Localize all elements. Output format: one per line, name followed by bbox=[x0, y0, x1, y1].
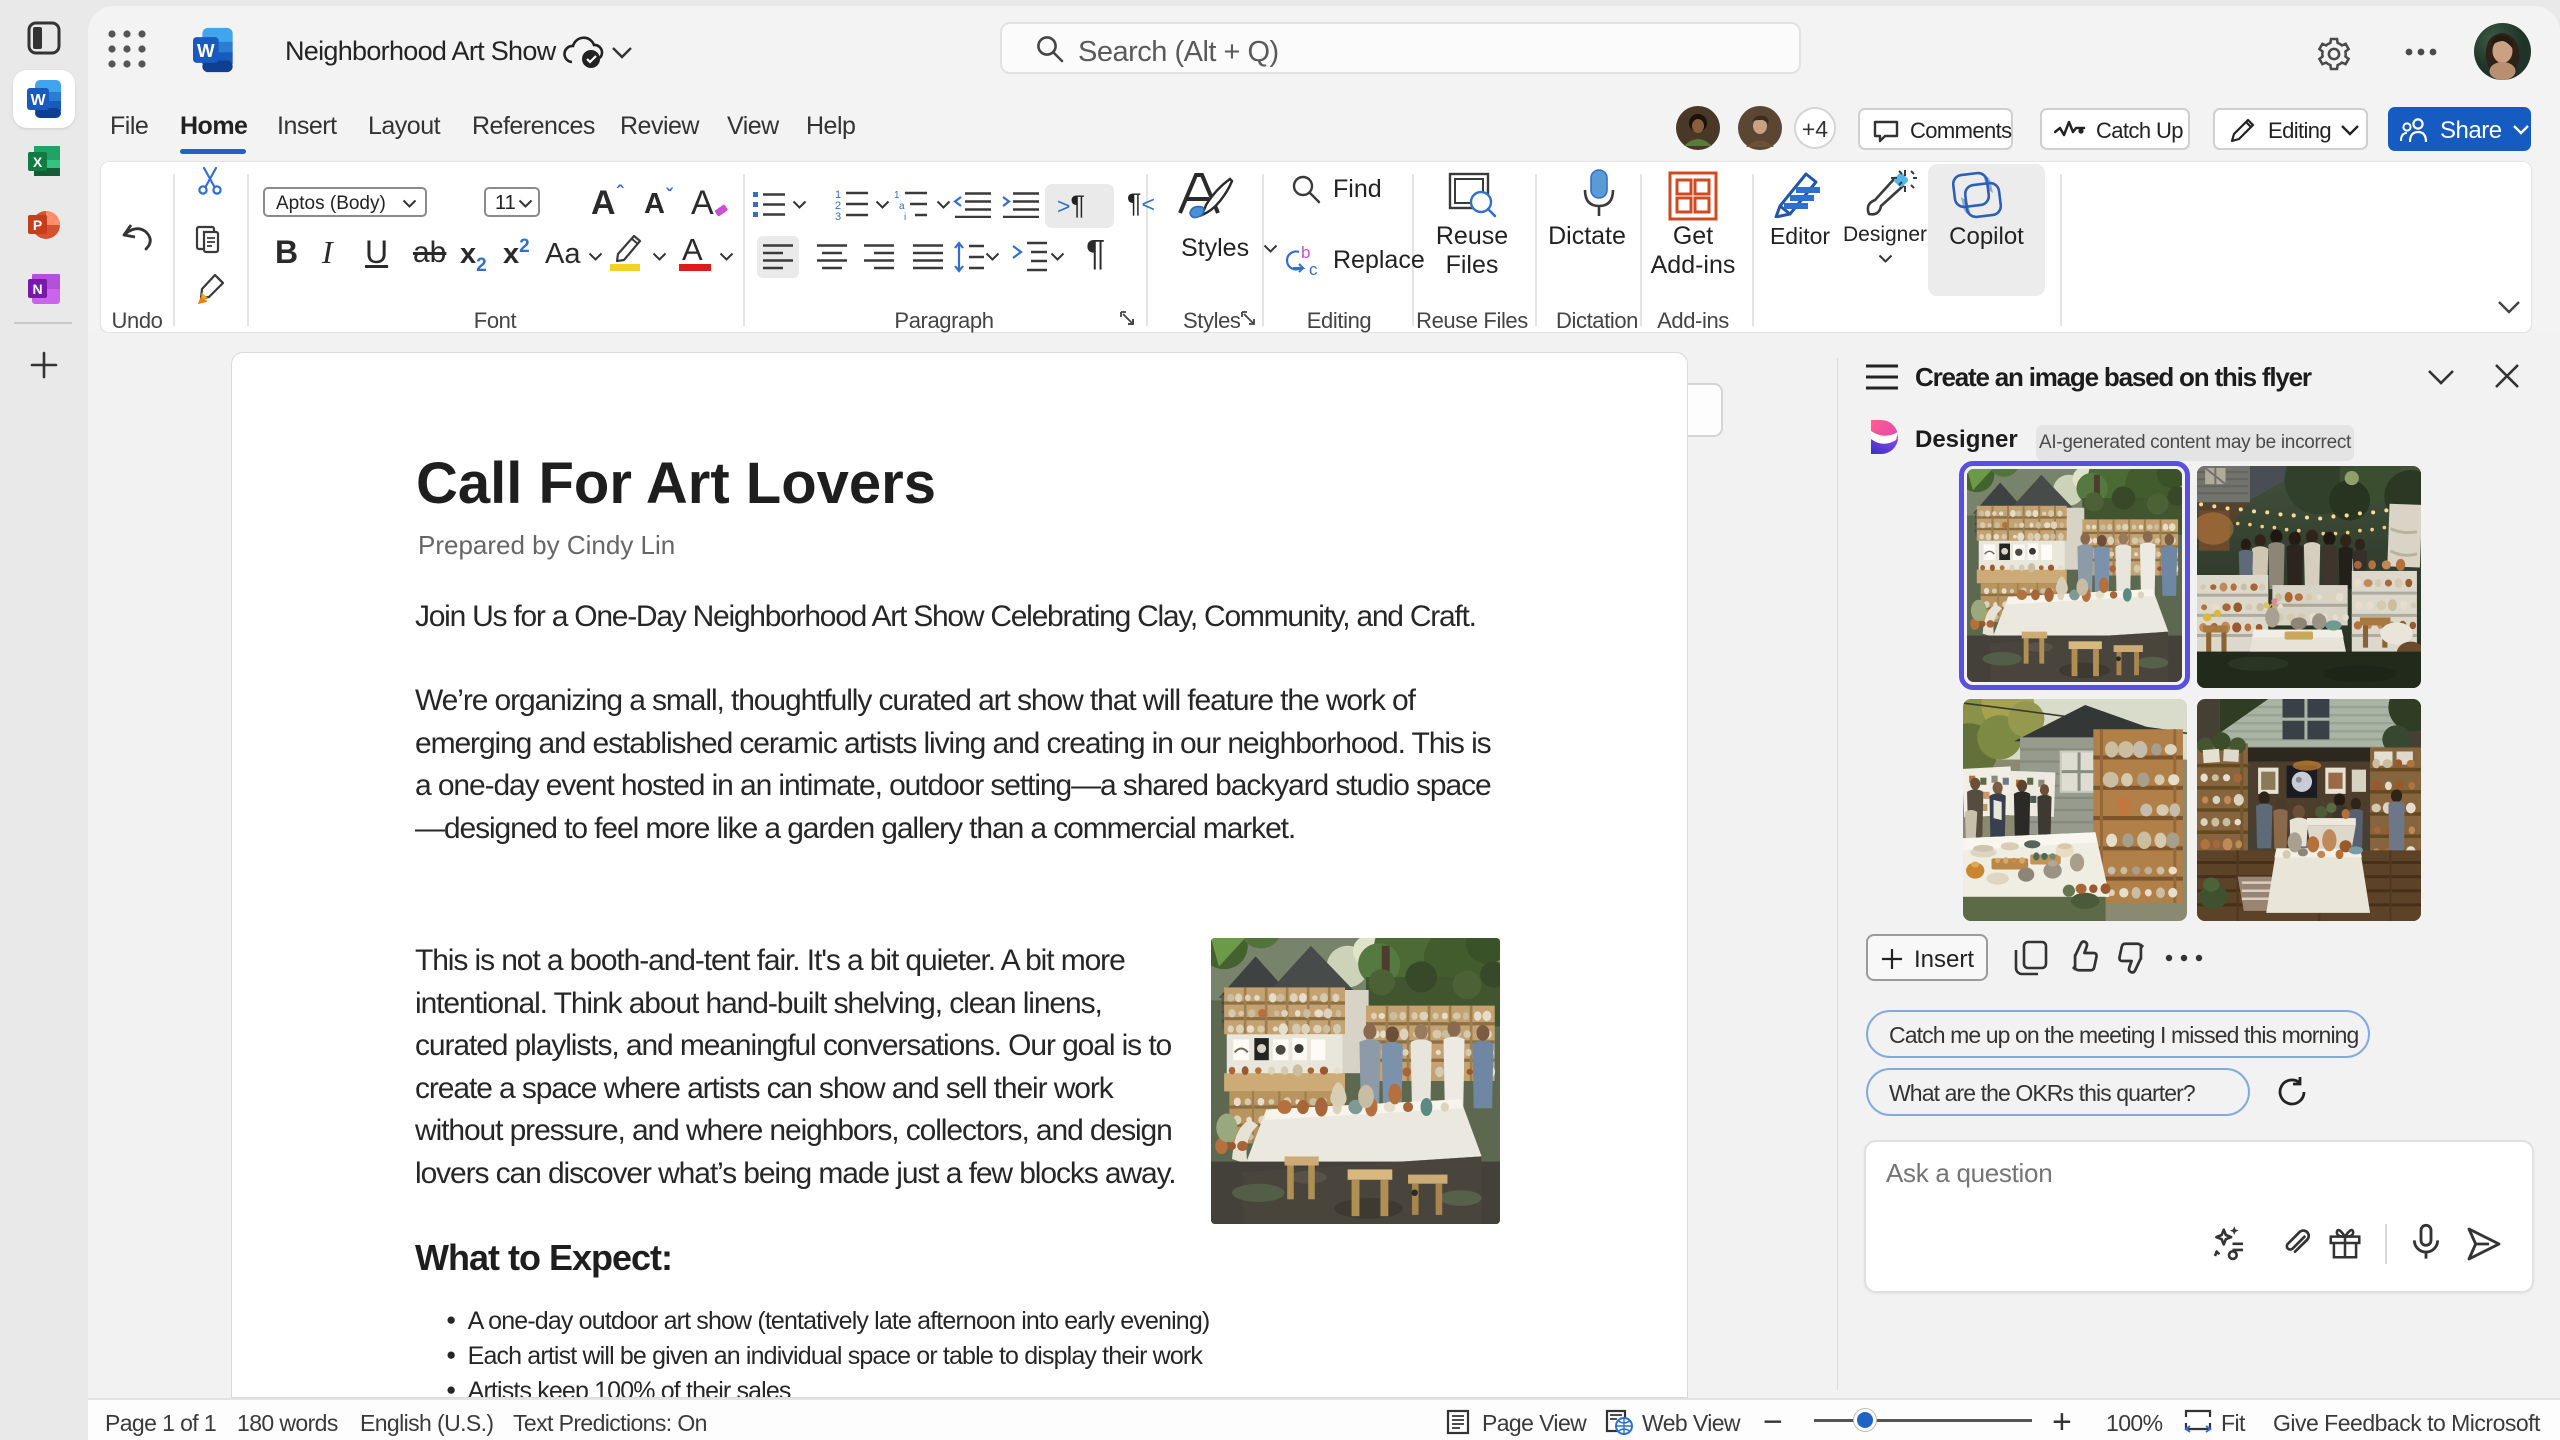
svg-text:i: i bbox=[904, 212, 906, 220]
svg-text:N: N bbox=[32, 281, 42, 297]
svg-text:W: W bbox=[30, 92, 46, 109]
svg-text:a: a bbox=[899, 201, 905, 212]
svg-text:W: W bbox=[197, 40, 215, 61]
svg-text:1: 1 bbox=[894, 190, 900, 201]
svg-text:c: c bbox=[1309, 260, 1318, 278]
svg-text:3: 3 bbox=[835, 211, 841, 220]
svg-text:X: X bbox=[33, 154, 43, 170]
svg-text:P: P bbox=[33, 217, 42, 233]
